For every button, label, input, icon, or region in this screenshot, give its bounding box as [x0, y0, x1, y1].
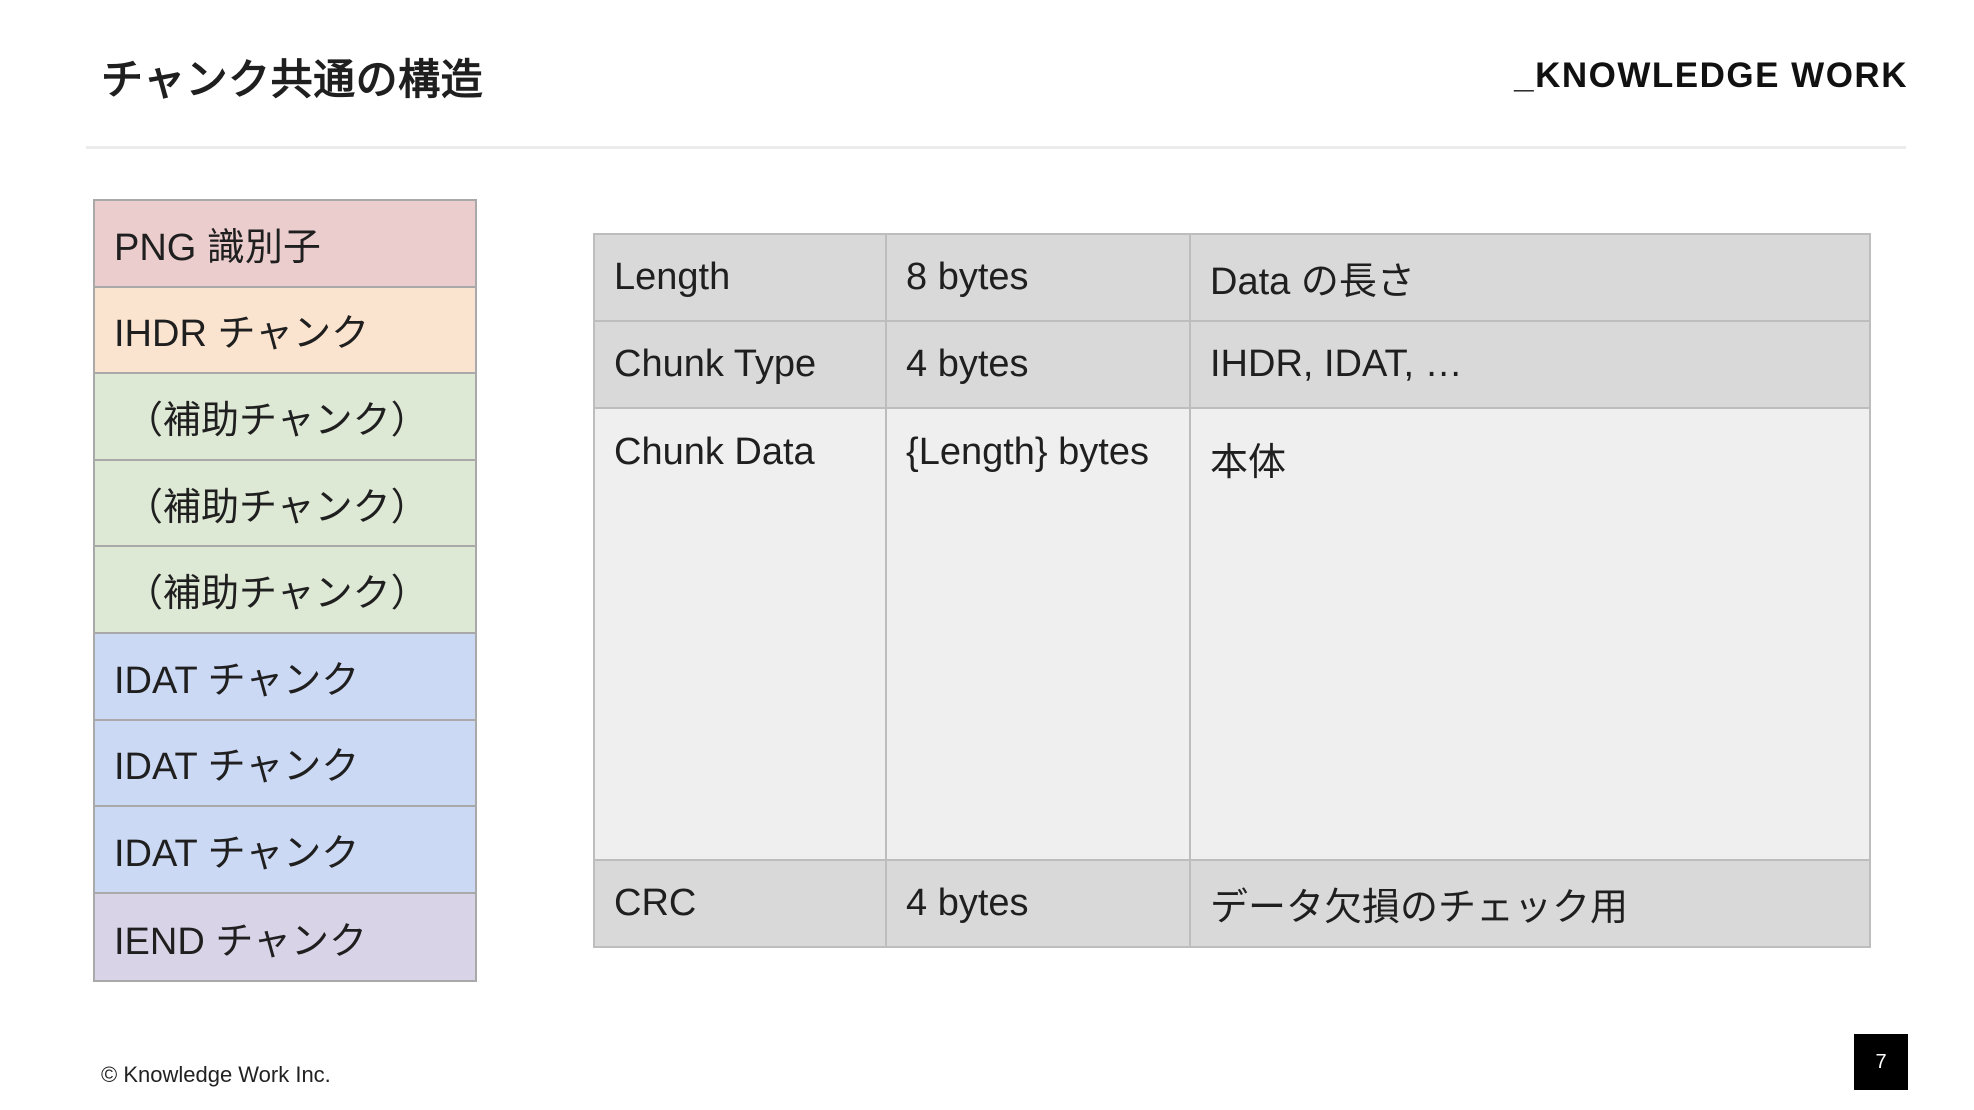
chunk-block-ancillary: （補助チャンク） — [95, 460, 475, 548]
table-cell-field: Length — [593, 233, 887, 322]
chunk-block-ancillary: （補助チャンク） — [95, 374, 475, 461]
chunk-block-ihdr: IHDR チャンク — [95, 287, 475, 375]
table-cell-size: 4 bytes — [885, 320, 1191, 409]
table-cell-description: 本体 — [1189, 407, 1871, 861]
chunk-block-idat: IDAT チャンク — [95, 720, 475, 808]
header-divider — [86, 146, 1906, 149]
chunk-structure-table: Length 8 bytes Data の長さ Chunk Type 4 byt… — [593, 233, 1871, 948]
brand-logo: _KNOWLEDGE WORK — [1514, 56, 1908, 95]
chunk-block-iend: IEND チャンク — [95, 893, 475, 981]
table-cell-size: {Length} bytes — [885, 407, 1191, 861]
table-cell-field: CRC — [593, 859, 887, 948]
copyright-text: © Knowledge Work Inc. — [101, 1062, 331, 1087]
page-number-badge: 7 — [1854, 1034, 1908, 1090]
table-row-length: Length 8 bytes Data の長さ — [593, 233, 1871, 322]
table-cell-field: Chunk Type — [593, 320, 887, 409]
table-cell-description: データ欠損のチェック用 — [1189, 859, 1871, 948]
table-row-chunk-type: Chunk Type 4 bytes IHDR, IDAT, … — [593, 320, 1871, 409]
chunk-block-png-signature: PNG 識別子 — [95, 201, 475, 288]
table-cell-size: 4 bytes — [885, 859, 1191, 948]
table-cell-field: Chunk Data — [593, 407, 887, 861]
chunk-block-idat: IDAT チャンク — [95, 633, 475, 721]
chunk-block-idat: IDAT チャンク — [95, 807, 475, 894]
png-chunk-stack: PNG 識別子 IHDR チャンク （補助チャンク） （補助チャンク） （補助チ… — [93, 199, 477, 983]
table-row-chunk-data: Chunk Data {Length} bytes 本体 — [593, 407, 1871, 861]
slide: チャンク共通の構造 _KNOWLEDGE WORK PNG 識別子 IHDR チ… — [0, 0, 1974, 1110]
table-row-crc: CRC 4 bytes データ欠損のチェック用 — [593, 859, 1871, 948]
chunk-block-ancillary: （補助チャンク） — [95, 547, 475, 634]
table-cell-description: IHDR, IDAT, … — [1189, 320, 1871, 409]
table-cell-size: 8 bytes — [885, 233, 1191, 322]
slide-title: チャンク共通の構造 — [101, 56, 484, 103]
table-cell-description: Data の長さ — [1189, 233, 1871, 322]
